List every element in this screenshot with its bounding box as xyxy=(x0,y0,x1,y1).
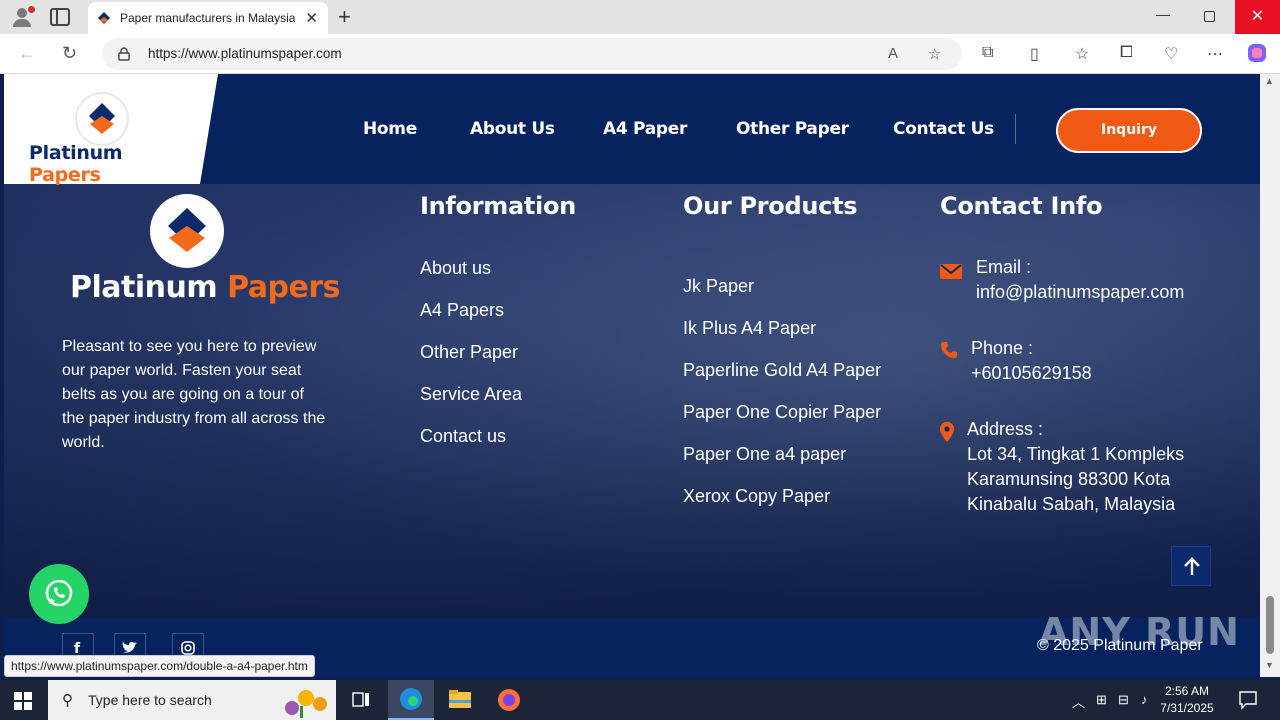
tray-network-drive-icon[interactable]: ⊞ xyxy=(1096,692,1107,708)
nav-home[interactable]: Home xyxy=(363,119,417,139)
search-highlight-flowers-icon xyxy=(285,690,327,718)
profile-icon[interactable] xyxy=(10,6,35,28)
header-logo-text: Platinum Papers xyxy=(29,142,123,186)
favorites-icon[interactable]: ☆ xyxy=(1075,44,1089,64)
browser-tab[interactable]: Paper manufacturers in Malaysia, ✕ xyxy=(88,2,328,34)
footer-logo-mark-icon xyxy=(150,194,224,268)
product-link-jk-paper[interactable]: Jk Paper xyxy=(683,276,754,297)
location-pin-icon xyxy=(940,422,954,442)
clock-time: 2:56 AM xyxy=(1164,684,1210,698)
browser-tab-bar: Paper manufacturers in Malaysia, ✕ + — ✕ xyxy=(0,0,1280,34)
copilot-icon[interactable] xyxy=(1246,42,1268,64)
email-label: Email : xyxy=(976,257,1032,277)
browser-essentials-icon[interactable]: ♡ xyxy=(1164,44,1178,64)
scrollbar-thumb[interactable] xyxy=(1266,596,1274,654)
site-favicon-icon xyxy=(98,12,110,24)
collections-icon[interactable]: ⧠ xyxy=(1120,44,1133,62)
product-link-paperline-gold[interactable]: Paperline Gold A4 Paper xyxy=(683,360,881,381)
phone-label: Phone : xyxy=(971,338,1034,358)
product-link-xerox-copy[interactable]: Xerox Copy Paper xyxy=(683,486,830,507)
tab-actions-icon[interactable] xyxy=(50,8,70,26)
product-link-ik-plus[interactable]: Ik Plus A4 Paper xyxy=(683,318,816,339)
phone-icon xyxy=(941,342,957,358)
search-icon: ⚲ xyxy=(62,692,73,709)
scroll-down-icon[interactable]: ▼ xyxy=(1265,660,1274,670)
firefox-icon[interactable] xyxy=(486,680,532,720)
split-screen-icon[interactable]: ▯ xyxy=(1030,44,1039,64)
window-close-button[interactable]: ✕ xyxy=(1235,0,1280,34)
inquiry-button[interactable]: Inquiry xyxy=(1056,108,1202,153)
email-link[interactable]: info@platinumspaper.com xyxy=(976,282,1184,302)
read-aloud-icon[interactable]: A xyxy=(888,45,898,62)
refresh-icon[interactable]: ↻ xyxy=(62,43,77,64)
address-label: Address : xyxy=(967,419,1044,439)
product-link-paper-one-copier[interactable]: Paper One Copier Paper xyxy=(683,402,881,423)
address-line-1: Lot 34, Tingkat 1 Kompleks xyxy=(967,444,1185,464)
footer-link-contact-us[interactable]: Contact us xyxy=(420,426,506,447)
new-tab-button[interactable]: + xyxy=(338,4,351,30)
nav-about-us[interactable]: About Us xyxy=(470,119,555,139)
taskbar-search-box[interactable]: ⚲ Type here to search xyxy=(48,680,336,720)
contact-heading: Contact Info xyxy=(940,192,1103,220)
whatsapp-icon xyxy=(45,579,73,607)
email-block: Email : info@platinumspaper.com xyxy=(976,255,1184,305)
url-field[interactable]: https://www.platinumspaper.com A ☆ xyxy=(102,38,962,70)
back-to-top-button[interactable] xyxy=(1171,546,1211,586)
anyrun-watermark: ANY RUN xyxy=(1039,610,1240,654)
information-heading: Information xyxy=(420,192,576,220)
url-text[interactable]: https://www.platinumspaper.com xyxy=(148,46,342,61)
footer-logo-text: Platinum Papers xyxy=(70,270,340,305)
scroll-up-icon[interactable]: ▲ xyxy=(1265,76,1274,86)
window-minimize-button[interactable]: — xyxy=(1156,6,1170,22)
site-info-icon[interactable] xyxy=(118,47,130,61)
back-icon[interactable]: ← xyxy=(18,43,36,64)
nav-other-paper[interactable]: Other Paper xyxy=(736,119,849,139)
browser-address-bar: ← ↻ https://www.platinumspaper.com A ☆ ⧉… xyxy=(0,34,1280,74)
extensions-icon[interactable]: ⧉ xyxy=(982,44,993,62)
address-block: Address : Lot 34, Tingkat 1 Kompleks Kar… xyxy=(967,417,1184,517)
tray-network-icon[interactable]: ⊟ xyxy=(1118,692,1129,708)
site-header: Platinum Papers Home About Us A4 Paper O… xyxy=(4,74,1260,186)
favorite-star-icon[interactable]: ☆ xyxy=(928,45,941,63)
windows-taskbar: ⚲ Type here to search ︿ ⊞ ⊟ ♪ 2:56 AM 7/… xyxy=(0,680,1280,720)
clock-date: 7/31/2025 xyxy=(1160,701,1214,715)
window-restore-button[interactable] xyxy=(1204,11,1215,22)
taskbar-clock[interactable]: 2:56 AM 7/31/2025 xyxy=(1152,683,1222,717)
file-explorer-icon[interactable] xyxy=(437,680,483,720)
footer-link-a4-papers[interactable]: A4 Papers xyxy=(420,300,504,321)
nav-a4-paper[interactable]: A4 Paper xyxy=(603,119,687,139)
address-line-3: Kinabalu Sabah, Malaysia xyxy=(967,494,1176,514)
address-line-2: Karamunsing 88300 Kota xyxy=(967,469,1171,489)
logo-mark-icon xyxy=(77,94,127,144)
phone-link[interactable]: +60105629158 xyxy=(971,363,1092,383)
nav-divider xyxy=(1015,114,1016,144)
taskbar-search-placeholder[interactable]: Type here to search xyxy=(88,692,212,708)
email-icon xyxy=(940,264,962,279)
website-viewport: Platinum Papers Home About Us A4 Paper O… xyxy=(4,74,1260,677)
status-bar-url: https://www.platinumspaper.com/double-a-… xyxy=(4,655,315,677)
footer-link-about-us[interactable]: About us xyxy=(420,258,491,279)
tray-chevron-icon[interactable]: ︿ xyxy=(1072,692,1085,711)
footer-link-service-area[interactable]: Service Area xyxy=(420,384,522,405)
nav-contact-us[interactable]: Contact Us xyxy=(893,119,994,139)
logo-slant xyxy=(200,74,218,184)
footer-about-text: Pleasant to see you here to preview our … xyxy=(62,338,326,451)
arrow-up-icon xyxy=(1184,557,1200,575)
phone-block: Phone : +60105629158 xyxy=(971,336,1092,386)
footer-link-other-paper[interactable]: Other Paper xyxy=(420,342,518,363)
page-scrollbar[interactable]: ▲ ▼ xyxy=(1260,74,1280,677)
header-logo[interactable]: Platinum Papers xyxy=(4,74,200,186)
tab-title: Paper manufacturers in Malaysia, xyxy=(120,11,295,25)
tab-close-icon[interactable]: ✕ xyxy=(305,9,318,27)
more-menu-icon[interactable]: ⋯ xyxy=(1207,44,1223,64)
whatsapp-button[interactable] xyxy=(29,564,89,624)
notification-center-icon[interactable] xyxy=(1238,690,1258,710)
products-heading: Our Products xyxy=(683,192,858,220)
product-link-paper-one-a4[interactable]: Paper One a4 paper xyxy=(683,444,846,465)
windows-start-icon[interactable] xyxy=(14,692,32,710)
edge-taskbar-icon[interactable] xyxy=(388,680,434,720)
task-view-icon[interactable] xyxy=(338,680,384,720)
tray-volume-icon[interactable]: ♪ xyxy=(1141,692,1148,707)
